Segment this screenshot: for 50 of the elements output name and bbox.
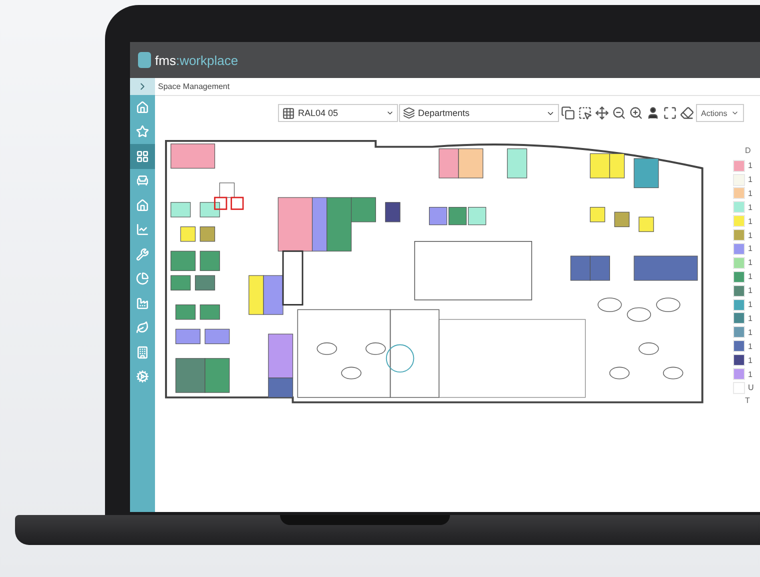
legend-label: 1 <box>748 272 752 282</box>
legend-label: 1 <box>748 342 752 351</box>
move-icon[interactable] <box>595 106 609 120</box>
home-icon <box>136 100 149 114</box>
floor-select[interactable]: RAL04 05 <box>278 104 398 122</box>
legend-heading: D <box>745 146 751 157</box>
person-icon[interactable] <box>646 106 660 120</box>
chair-icon <box>136 174 149 188</box>
star-icon <box>136 125 149 138</box>
app-logo: fms:workplace <box>155 52 238 68</box>
legend-label: 1 <box>748 230 752 240</box>
actions-button[interactable]: Actions <box>696 104 744 122</box>
eraser-icon[interactable] <box>680 106 694 120</box>
breadcrumb: Space Management <box>158 82 230 91</box>
copy-icon[interactable] <box>561 106 575 120</box>
house-icon <box>136 198 149 212</box>
legend-label: 1 <box>748 286 752 296</box>
select-area-icon[interactable] <box>578 106 592 120</box>
leaf-icon <box>136 321 149 334</box>
legend-label: 1 <box>748 370 752 378</box>
legend-label: 1 <box>748 258 752 268</box>
caret-icon <box>386 109 394 117</box>
legend-label: U <box>748 383 754 392</box>
factory-icon <box>136 296 149 310</box>
legend-label: 1 <box>748 356 752 365</box>
legend-label: 1 <box>748 314 752 323</box>
fullscreen-icon[interactable] <box>663 106 677 120</box>
zoom-in-icon[interactable] <box>629 106 643 120</box>
sidebar-item[interactable] <box>130 144 155 168</box>
legend-label: 1 <box>748 188 752 198</box>
zoom-out-icon[interactable] <box>612 106 626 120</box>
legend-label: 1 <box>748 300 752 310</box>
grid-icon <box>282 106 295 120</box>
legend-label: 1 <box>748 202 752 212</box>
chart-icon <box>136 223 149 236</box>
pie-icon <box>136 272 149 286</box>
floorplan-icon <box>136 150 149 163</box>
wrench-icon <box>136 248 149 261</box>
layers-icon <box>403 107 415 119</box>
building-icon <box>136 346 149 359</box>
logo-icon <box>138 52 151 68</box>
legend-footer: T <box>745 396 750 408</box>
legend-label: 1 <box>748 244 752 254</box>
layer-select[interactable]: Departments <box>399 104 559 122</box>
legend-label: 1 <box>748 216 752 226</box>
legend-label: 1 <box>748 161 752 170</box>
legend-label: 1 <box>748 175 752 184</box>
expand-button[interactable] <box>130 78 155 95</box>
caret-icon <box>731 109 740 117</box>
legend-label: 1 <box>748 328 752 337</box>
